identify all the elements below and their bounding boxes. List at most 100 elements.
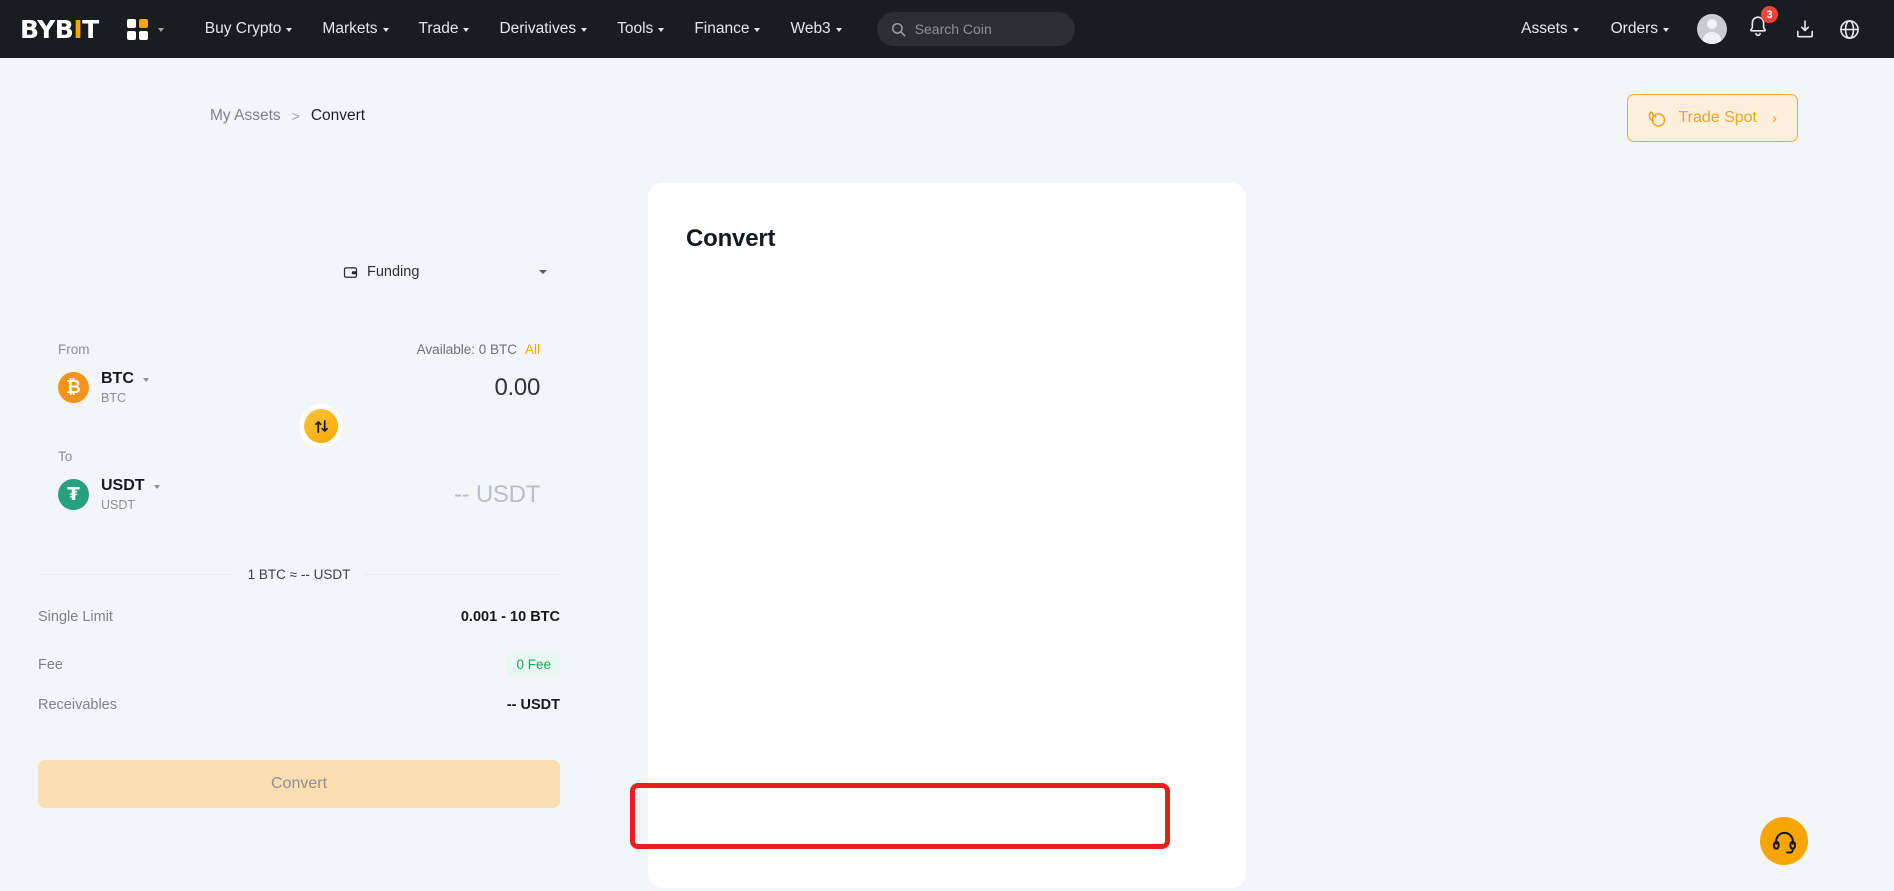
btc-glyph: ₿ (66, 377, 81, 399)
headset-icon (1772, 831, 1796, 854)
chevron-down-icon (1572, 28, 1579, 32)
top-navigation-bar: BYB I T Buy Crypto Markets Trade Derivativ… (0, 0, 1894, 58)
nav-label: Derivatives (499, 20, 577, 37)
nav-item-derivatives[interactable]: Derivatives (484, 20, 602, 38)
nav-label: Orders (1610, 20, 1658, 37)
conversion-rate-row: 1 BTC ≈ -- USDT (38, 567, 561, 582)
chevron-down-icon (581, 28, 588, 32)
chevron-down-icon (835, 28, 842, 32)
to-panel-header: To (58, 449, 540, 464)
globe-icon (1840, 19, 1859, 39)
notifications-button[interactable]: 3 (1747, 6, 1778, 43)
page-title: Convert (686, 225, 776, 252)
from-coin-selector[interactable]: BTC BTC (101, 370, 149, 406)
nav-item-assets[interactable]: Assets (1505, 20, 1595, 38)
chevron-down-icon (658, 28, 665, 32)
logo-accent: I (73, 14, 83, 44)
single-limit-value: 0.001 - 10 BTC (460, 609, 560, 625)
chevron-down-icon (539, 270, 547, 274)
apps-grid-icon (126, 18, 148, 40)
to-panel-row: ₮ USDT USDT -- USDT (58, 477, 540, 513)
from-panel-header: From Available: 0 BTC All (58, 342, 540, 357)
notification-badge: 3 (1761, 6, 1778, 23)
usdt-coin-icon: ₮ (58, 479, 89, 511)
from-available: Available: 0 BTC (416, 342, 517, 357)
wallet-label: Funding (367, 264, 420, 280)
nav-label: Tools (617, 20, 654, 37)
from-coin-symbol: BTC (101, 370, 134, 387)
breadcrumb: My Assets > Convert (210, 107, 365, 125)
fee-badge: 0 Fee (507, 653, 560, 676)
swap-direction-button[interactable] (299, 404, 343, 448)
single-limit-row: Single Limit 0.001 - 10 BTC (38, 609, 560, 625)
chevron-down-icon (382, 28, 389, 32)
bybit-logo[interactable]: BYB I T (20, 15, 99, 44)
chevron-down-icon (754, 28, 761, 32)
nav-right-cluster: Assets Orders 3 (1505, 6, 1872, 44)
nav-item-markets[interactable]: Markets (307, 20, 403, 38)
logo-suffix: T (82, 14, 99, 44)
chevron-right-icon: › (1772, 109, 1777, 127)
to-panel: To ₮ USDT USDT -- USDT (38, 434, 560, 528)
apps-grid-button[interactable] (126, 18, 164, 40)
convert-button[interactable]: Convert (38, 760, 560, 808)
breadcrumb-convert: Convert (310, 107, 366, 124)
logo-prefix: BYB (20, 14, 74, 44)
nav-label: Markets (322, 20, 378, 37)
chevron-down-icon (142, 378, 149, 383)
from-amount-input[interactable]: 0.00 (494, 374, 540, 402)
from-panel-row: ₿ BTC BTC 0.00 (58, 370, 540, 406)
from-coin-subtitle: BTC (101, 391, 126, 406)
convert-card: Convert (648, 183, 1246, 888)
fee-row: Fee 0 Fee (38, 653, 560, 676)
breadcrumb-my-assets[interactable]: My Assets (210, 107, 281, 125)
usdt-glyph: ₮ (67, 484, 80, 506)
nav-item-tools[interactable]: Tools (602, 20, 679, 38)
language-button[interactable] (1838, 18, 1861, 41)
to-coin-selector[interactable]: USDT USDT (101, 477, 160, 513)
to-coin-symbol-row: USDT (101, 477, 160, 495)
breadcrumb-separator: > (291, 108, 300, 124)
single-limit-label: Single Limit (38, 609, 113, 625)
divider-left (38, 574, 234, 575)
download-app-button[interactable] (1794, 18, 1816, 40)
receivables-label: Receivables (38, 697, 117, 713)
chevron-down-icon (153, 485, 160, 490)
receivables-row: Receivables -- USDT (38, 697, 560, 713)
nav-item-buy-crypto[interactable]: Buy Crypto (190, 20, 308, 38)
conversion-rate-text: 1 BTC ≈ -- USDT (247, 567, 351, 582)
divider-right (364, 574, 561, 575)
from-coin-symbol-row: BTC (101, 370, 149, 388)
to-amount-display: -- USDT (454, 480, 540, 508)
chevron-down-icon (1663, 28, 1669, 32)
customer-support-button[interactable] (1760, 817, 1808, 865)
trade-spot-label: Trade Spot (1678, 109, 1757, 126)
wallet-account-select[interactable]: Funding (331, 254, 559, 290)
fee-label: Fee (38, 656, 63, 673)
chevron-down-icon (463, 28, 470, 32)
nav-item-orders[interactable]: Orders (1595, 20, 1685, 38)
btc-coin-icon: ₿ (58, 372, 89, 404)
chevron-down-icon (157, 28, 164, 32)
to-label: To (58, 449, 73, 464)
from-all-button[interactable]: All (525, 342, 540, 357)
trade-spot-button[interactable]: Trade Spot › (1627, 94, 1798, 142)
nav-item-trade[interactable]: Trade (404, 20, 485, 38)
nav-label: Assets (1521, 20, 1568, 37)
chevron-down-icon (286, 28, 293, 32)
to-coin-symbol: USDT (101, 477, 145, 494)
search-icon (891, 22, 906, 36)
receivables-value: -- USDT (506, 697, 560, 713)
main-menu: Buy Crypto Markets Trade Derivatives Too… (190, 20, 857, 38)
search-coin-box[interactable] (876, 12, 1075, 46)
nav-item-finance[interactable]: Finance (679, 20, 775, 38)
nav-label: Trade (418, 20, 459, 37)
search-input[interactable] (914, 21, 1061, 37)
from-panel: From Available: 0 BTC All ₿ BTC BTC 0.00 (38, 327, 560, 421)
spot-coin-icon (1649, 110, 1666, 127)
avatar[interactable] (1697, 14, 1727, 44)
nav-label: Finance (694, 20, 750, 37)
nav-item-web3[interactable]: Web3 (775, 20, 856, 38)
download-icon (1797, 20, 1813, 38)
nav-label: Web3 (790, 20, 831, 37)
